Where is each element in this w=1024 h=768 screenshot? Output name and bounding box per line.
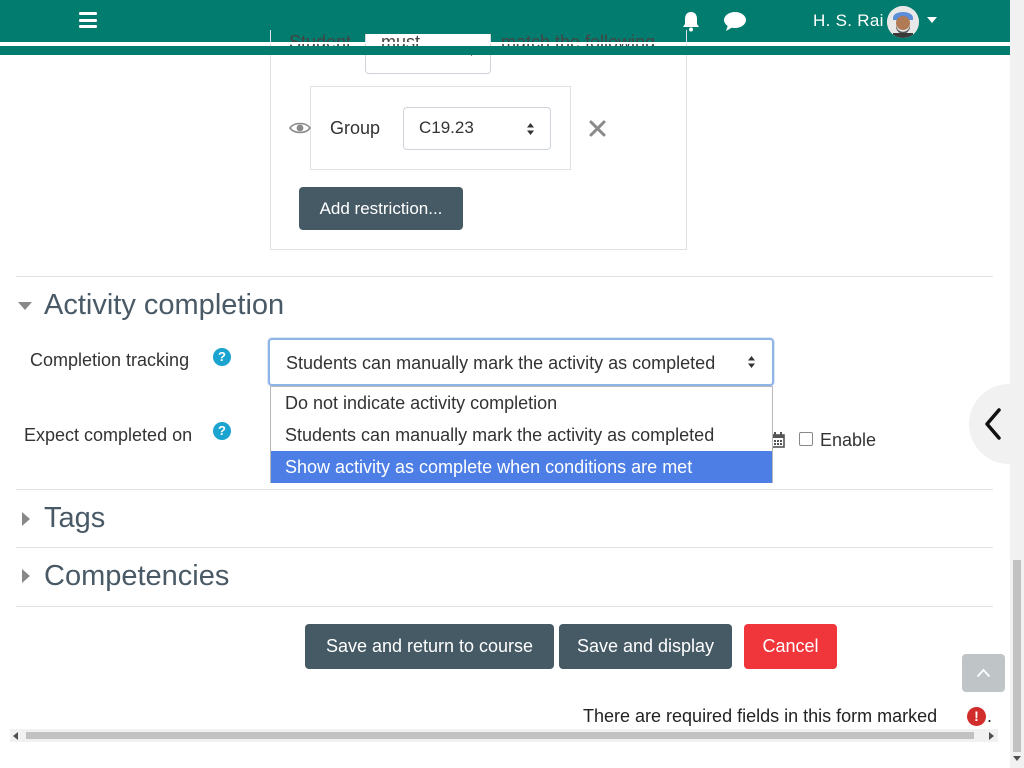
add-restriction-button[interactable]: Add restriction... (299, 187, 463, 230)
group-select-value: C19.23 (419, 118, 474, 137)
required-icon: ! (967, 707, 986, 726)
group-select[interactable]: C19.23 (403, 107, 551, 150)
completion-tracking-label: Completion tracking (30, 350, 190, 370)
required-fields-note: There are required fields in this form m… (583, 706, 938, 726)
vertical-scrollbar[interactable] (1010, 0, 1024, 768)
caret-right-icon[interactable] (22, 512, 30, 526)
save-return-button[interactable]: Save and return to course (305, 624, 554, 669)
competencies-heading[interactable]: Competencies (44, 560, 229, 593)
activity-completion-heading[interactable]: Activity completion (44, 289, 284, 322)
completion-tracking-select[interactable]: Students can manually mark the activity … (268, 338, 774, 386)
eye-icon[interactable] (289, 120, 311, 136)
required-note-period: . (987, 706, 993, 726)
chevron-left-icon (985, 408, 1001, 440)
scroll-down-icon[interactable] (1013, 756, 1021, 761)
option-conditions-met[interactable]: Show activity as complete when condition… (271, 451, 772, 483)
vertical-scroll-thumb[interactable] (1013, 560, 1021, 752)
back-to-top-button[interactable] (962, 654, 1005, 692)
tags-heading[interactable]: Tags (44, 502, 105, 535)
enable-checkbox[interactable] (799, 432, 813, 446)
caret-down-icon[interactable] (18, 302, 32, 310)
option-manual[interactable]: Students can manually mark the activity … (271, 419, 772, 451)
help-icon[interactable]: ? (213, 348, 231, 366)
completion-options-list: Do not indicate activity completion Stud… (270, 386, 773, 483)
completion-tracking-value: Students can manually mark the activity … (286, 353, 716, 373)
scroll-left-icon[interactable] (13, 732, 18, 740)
option-do-not-indicate[interactable]: Do not indicate activity completion (271, 387, 772, 419)
divider (16, 547, 993, 548)
enable-label[interactable]: Enable (820, 430, 876, 451)
divider (16, 606, 993, 607)
horizontal-scrollbar[interactable] (10, 729, 998, 742)
top-navbar-cover (0, 0, 1024, 44)
expect-completed-label: Expect completed on (24, 425, 193, 445)
calendar-icon[interactable] (771, 432, 785, 448)
close-icon[interactable] (589, 120, 606, 137)
navbar-underline-overlay (0, 46, 1010, 55)
horizontal-scroll-thumb[interactable] (26, 732, 974, 739)
save-display-button[interactable]: Save and display (559, 624, 732, 669)
divider (16, 489, 993, 490)
divider (16, 276, 993, 277)
updown-arrow-icon (748, 356, 755, 368)
chevron-up-icon (977, 669, 990, 677)
scroll-right-icon[interactable] (989, 732, 994, 740)
updown-arrow-icon (527, 123, 534, 135)
caret-right-icon[interactable] (22, 569, 30, 583)
group-label: Group (330, 118, 381, 138)
help-icon[interactable]: ? (213, 422, 231, 440)
cancel-button[interactable]: Cancel (744, 624, 837, 669)
